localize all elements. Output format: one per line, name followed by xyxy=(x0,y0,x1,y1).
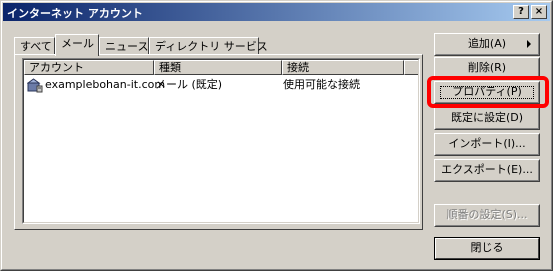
title-bar[interactable]: インターネット アカウント ? × xyxy=(3,3,550,21)
import-button[interactable]: インポート(I)... xyxy=(434,133,540,156)
set-default-button[interactable]: 既定に設定(D) xyxy=(434,107,540,130)
tab-mail[interactable]: メール xyxy=(55,34,99,56)
column-header-account[interactable]: アカウント xyxy=(24,60,154,75)
add-button-label: 追加(A) xyxy=(467,37,507,50)
close-button-label: 閉じる xyxy=(470,241,504,254)
remove-button-label: 削除(R) xyxy=(467,61,507,74)
account-connection: 使用可能な接続 xyxy=(283,78,360,91)
menu-arrow-icon xyxy=(527,40,531,48)
tab-all[interactable]: すべて xyxy=(14,37,55,55)
accounts-list-inner: アカウント 種類 接続 examplebohan-it.com メール (既定)… xyxy=(23,59,419,223)
list-item[interactable]: examplebohan-it.com メール (既定) 使用可能な接続 xyxy=(24,76,418,94)
set-default-button-label: 既定に設定(D) xyxy=(450,111,524,124)
properties-button[interactable]: プロパティ(P) xyxy=(434,81,540,104)
help-button[interactable]: ? xyxy=(513,5,529,19)
account-type: メール (既定) xyxy=(155,78,223,91)
column-header-type[interactable]: 種類 xyxy=(154,60,282,75)
set-order-button-label: 順番の設定(S)... xyxy=(446,208,528,221)
window-title: インターネット アカウント xyxy=(7,7,143,20)
internet-accounts-dialog: インターネット アカウント ? × すべて メール ニュース ディレクトリ サー… xyxy=(0,0,553,271)
column-header-connection[interactable]: 接続 xyxy=(282,60,404,75)
remove-button[interactable]: 削除(R) xyxy=(434,57,540,80)
import-button-label: インポート(I)... xyxy=(448,137,526,150)
column-header-filler xyxy=(404,60,418,75)
close-window-button[interactable]: × xyxy=(531,5,547,19)
export-button[interactable]: エクスポート(E)... xyxy=(434,159,540,182)
close-button[interactable]: 閉じる xyxy=(434,237,540,260)
export-button-label: エクスポート(E)... xyxy=(441,163,533,176)
accounts-list[interactable]: アカウント 種類 接続 examplebohan-it.com メール (既定)… xyxy=(22,58,420,224)
tab-directory-services[interactable]: ディレクトリ サービス xyxy=(149,37,268,55)
account-name: examplebohan-it.com xyxy=(45,78,166,91)
list-header: アカウント 種類 接続 xyxy=(24,60,418,75)
tab-news[interactable]: ニュース xyxy=(99,37,149,55)
add-button[interactable]: 追加(A) xyxy=(434,33,540,56)
mail-account-icon xyxy=(27,78,43,93)
properties-button-label: プロパティ(P) xyxy=(452,85,522,98)
set-order-button[interactable]: 順番の設定(S)... xyxy=(434,204,540,227)
